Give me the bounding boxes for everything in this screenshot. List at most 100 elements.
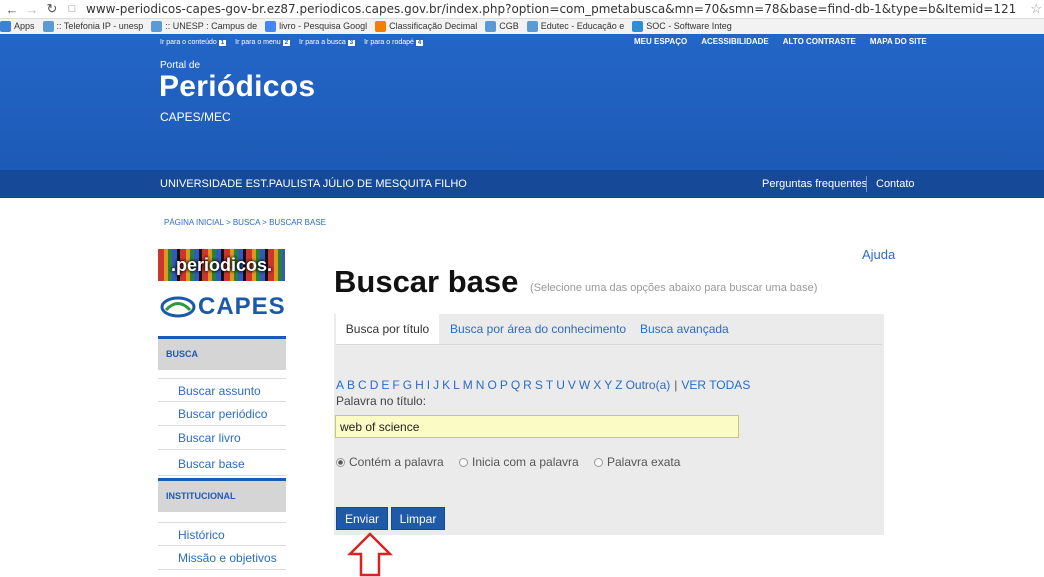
bookmark-label: SOC - Software Integ (646, 21, 732, 31)
unesp-icon (485, 20, 497, 32)
skip-link[interactable]: Ir para o menu 2 (235, 39, 291, 46)
skip-link-label: Ir para o menu (235, 39, 281, 46)
faq-link[interactable]: Perguntas frequentes (762, 178, 867, 190)
bookmark-item[interactable]: :: UNESP : Campus de (151, 20, 257, 32)
letter-link[interactable]: K (442, 378, 450, 392)
bookmark-label: Classificação Decimal (389, 21, 478, 31)
title-field-label: Palavra no título: (336, 394, 427, 408)
title-search-input[interactable] (335, 415, 739, 438)
periodicos-logo[interactable]: .periodicos. (158, 249, 285, 281)
letter-link[interactable]: E (381, 378, 389, 392)
letter-link[interactable]: D (370, 378, 379, 392)
top-link[interactable]: MEU ESPAÇO (634, 37, 687, 46)
soc-icon (632, 20, 644, 32)
reload-icon[interactable]: ↻ (44, 1, 60, 17)
sidebar-item-buscar-base[interactable]: Buscar base (158, 452, 286, 476)
letter-link[interactable]: R (523, 378, 532, 392)
sidebar-heading-institucional: INSTITUCIONAL (158, 478, 286, 512)
letter-link[interactable]: X (593, 378, 601, 392)
top-link[interactable]: ALTO CONTRASTE (783, 37, 856, 46)
bookmark-label: livro - Pesquisa Googl (279, 21, 368, 31)
letter-link[interactable]: L (453, 378, 460, 392)
letter-link[interactable]: M (463, 378, 473, 392)
skip-link[interactable]: Ir para o rodapé 4 (364, 39, 424, 46)
letter-link[interactable]: Q (511, 378, 520, 392)
letter-link[interactable]: F (392, 378, 399, 392)
sidebar-item-missao[interactable]: Missão e objetivos (158, 546, 286, 570)
radio-button[interactable] (459, 457, 468, 467)
sidebar-item-buscar-livro[interactable]: Buscar livro (158, 426, 286, 450)
url-field[interactable]: www-periodicos-capes-gov-br.ez87.periodi… (86, 2, 1016, 16)
letter-link[interactable]: Z (615, 378, 622, 392)
bookmark-item[interactable]: Edutec - Educação e (526, 20, 624, 32)
letter-link[interactable]: H (415, 378, 424, 392)
bookmark-item[interactable]: CGB (485, 20, 519, 32)
letter-link[interactable]: T (546, 378, 553, 392)
bookmark-label: CGB (499, 21, 519, 31)
skip-link-number: 1 (218, 40, 227, 46)
letter-link[interactable]: B (347, 378, 355, 392)
page-title: Buscar base (334, 264, 519, 299)
top-link[interactable]: ACESSIBILIDADE (701, 37, 769, 46)
bookmarks-bar: Apps:: Telefonia IP - unesp:: UNESP : Ca… (0, 18, 1044, 34)
bookmark-item[interactable]: Apps (0, 20, 35, 32)
separator: | (674, 378, 678, 392)
breadcrumb[interactable]: PÁGINA INICIAL > BUSCA > BUSCAR BASE (164, 218, 326, 227)
letter-link[interactable]: J (433, 378, 439, 392)
forward-arrow-icon[interactable]: → (24, 1, 40, 17)
tab-busca-avancada[interactable]: Busca avançada (640, 314, 729, 344)
capes-logo-text: CAPES (198, 293, 286, 320)
top-link[interactable]: MAPA DO SITE (870, 37, 927, 46)
skip-link-label: Ir para o conteúdo (160, 39, 217, 46)
skip-link-number: 3 (347, 40, 356, 46)
radio-button-selected[interactable] (336, 457, 345, 467)
bookmark-item[interactable]: livro - Pesquisa Googl (265, 20, 368, 32)
radio-palavra-exata[interactable]: Palavra exata (594, 455, 680, 469)
letter-link[interactable]: I (427, 378, 430, 392)
contact-link[interactable]: Contato (876, 178, 915, 190)
letter-link[interactable]: W (579, 378, 590, 392)
top-links: MEU ESPAÇO ACESSIBILIDADE ALTO CONTRASTE MA… (634, 37, 941, 46)
sidebar-item-buscar-periodico[interactable]: Buscar periódico (158, 402, 286, 426)
ver-todas-link[interactable]: VER TODAS (681, 378, 750, 392)
skip-link[interactable]: Ir para o conteúdo 1 (160, 39, 227, 46)
letter-link[interactable]: Y (604, 378, 612, 392)
letter-link[interactable]: V (568, 378, 576, 392)
back-arrow-icon[interactable]: ← (4, 1, 20, 17)
letter-link[interactable]: A (336, 378, 344, 392)
site-subtitle: CAPES/MEC (160, 110, 231, 124)
letter-link[interactable]: P (500, 378, 508, 392)
skip-link[interactable]: Ir para a busca 3 (299, 39, 356, 46)
bookmark-item[interactable]: :: Telefonia IP - unesp (42, 20, 144, 32)
site-title[interactable]: Periódicos (159, 70, 315, 104)
letter-link-outro[interactable]: Outro(a) (626, 378, 671, 392)
tab-busca-por-titulo[interactable]: Busca por título (336, 314, 439, 344)
radio-contem-palavra[interactable]: Contém a palavra (336, 455, 444, 469)
radio-inicia-palavra[interactable]: Inicia com a palavra (459, 455, 579, 469)
divider (866, 176, 867, 192)
letter-link[interactable]: G (403, 378, 412, 392)
letter-link[interactable]: N (476, 378, 485, 392)
address-bar: ← → ↻ □ www-periodicos-capes-gov-br.ez87… (0, 0, 1044, 19)
radio-button[interactable] (594, 457, 603, 467)
bookmark-label: :: Telefonia IP - unesp (56, 21, 144, 31)
letter-link[interactable]: C (358, 378, 367, 392)
submit-button[interactable]: Enviar (336, 507, 388, 530)
bookmark-star-icon[interactable]: ☆ (1030, 1, 1042, 17)
bookmark-item[interactable]: SOC - Software Integ (632, 20, 732, 32)
apps-grid-icon (0, 20, 11, 32)
letter-link[interactable]: U (556, 378, 565, 392)
periodicos-logo-text: .periodicos. (170, 254, 273, 275)
help-link[interactable]: Ajuda (862, 247, 895, 262)
clear-button[interactable]: Limpar (391, 507, 445, 530)
radio-label: Contém a palavra (349, 455, 444, 469)
tab-busca-por-area[interactable]: Busca por área do conhecimento (450, 314, 626, 344)
letter-link[interactable]: O (487, 378, 496, 392)
sidebar-item-buscar-assunto[interactable]: Buscar assunto (158, 378, 286, 402)
capes-logo[interactable]: CAPES (160, 290, 286, 324)
letter-link[interactable]: S (535, 378, 543, 392)
page-icon: □ (68, 3, 76, 15)
bookmark-item[interactable]: Classificação Decimal (375, 20, 478, 32)
sidebar-item-historico[interactable]: Histórico (158, 522, 286, 546)
up-arrow-annotation-icon (347, 532, 393, 577)
